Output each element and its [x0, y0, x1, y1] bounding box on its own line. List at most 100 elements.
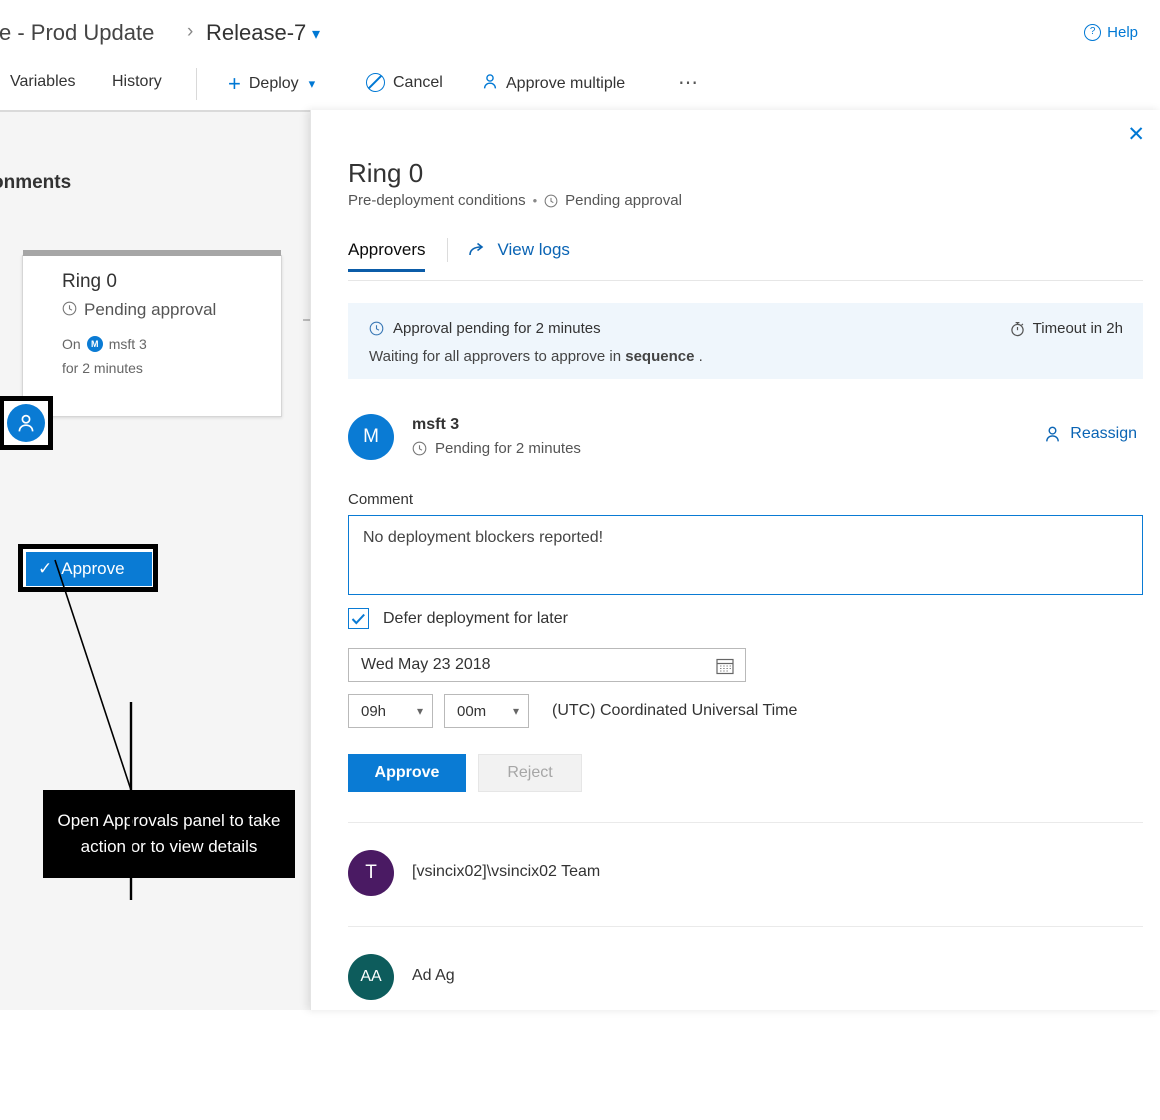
check-icon — [351, 613, 366, 625]
banner-pending-text: Approval pending for 2 minutes — [393, 320, 601, 337]
toolbar-approve-multiple-button[interactable]: Approve multiple — [482, 73, 625, 95]
environment-card-status-label: Pending approval — [84, 300, 216, 320]
banner-waiting-line: Waiting for all approvers to approve in … — [369, 348, 703, 365]
avatar: AA — [348, 954, 394, 1000]
close-icon[interactable]: ✕ — [1127, 124, 1145, 145]
breadcrumb-bar: se - Prod Update › Release-7 ▾ ? Help — [0, 0, 1160, 58]
panel-tabs: Approvers View logs — [348, 238, 570, 274]
banner-pending-line: Approval pending for 2 minutes — [369, 320, 601, 337]
environment-card-status-bar — [23, 250, 281, 256]
canvas-approve-highlight[interactable]: ✓ Approve — [18, 544, 158, 592]
avatar: M — [87, 336, 103, 352]
page-title: Ring 0 — [348, 158, 423, 189]
list-item[interactable]: AA Ad Ag — [348, 954, 1143, 1000]
group-name: Ad Ag — [412, 967, 455, 985]
check-icon: ✓ — [38, 559, 52, 579]
list-item[interactable]: T [vsincix02]\vsincix02 Team — [348, 850, 1143, 896]
defer-deployment-checkbox[interactable] — [348, 608, 369, 629]
help-label: Help — [1107, 24, 1138, 41]
chevron-down-icon[interactable]: ▾ — [312, 24, 320, 44]
toolbar-cancel-button[interactable]: Cancel — [366, 73, 443, 92]
environments-section-label: onments — [0, 172, 71, 194]
defer-minute-select[interactable]: 00m ▾ — [444, 694, 529, 728]
defer-minute-value: 00m — [457, 703, 486, 720]
tab-approvers[interactable]: Approvers — [348, 240, 443, 272]
breadcrumb-current[interactable]: Release-7 — [206, 20, 306, 46]
toolbar-deploy-button[interactable]: + Deploy ▾ — [228, 73, 315, 95]
defer-deployment-row: Defer deployment for later — [348, 608, 568, 629]
toolbar-history-label: History — [112, 73, 162, 91]
panel-subtitle-left: Pre-deployment conditions — [348, 192, 526, 209]
banner-waiting-suffix: . — [694, 348, 702, 365]
breadcrumb-root[interactable]: se - Prod Update — [0, 20, 154, 46]
approver-status: Pending for 2 minutes — [412, 440, 581, 457]
comment-input[interactable] — [348, 515, 1143, 595]
toolbar-approve-multiple-label: Approve multiple — [506, 75, 625, 93]
environment-card-on-prefix: On — [62, 336, 81, 352]
toolbar-divider — [196, 68, 197, 100]
defer-date-input[interactable]: Wed May 23 2018 — [348, 648, 746, 682]
environment-card-duration: for 2 minutes — [62, 360, 143, 376]
banner-waiting-bold: sequence — [625, 348, 694, 365]
toolbar-cancel-label: Cancel — [393, 74, 443, 92]
environment-card-on-user: msft 3 — [109, 336, 147, 352]
panel-subtitle-status: Pending approval — [565, 192, 682, 209]
clock-icon — [412, 441, 427, 456]
help-button[interactable]: ? Help — [1084, 24, 1138, 41]
reassign-button[interactable]: Reassign — [1044, 425, 1137, 443]
panel-subtitle-dot: • — [533, 193, 538, 208]
toolbar-deploy-label: Deploy — [249, 75, 299, 93]
approve-button[interactable]: Approve — [348, 754, 466, 792]
defer-timezone-label: (UTC) Coordinated Universal Time — [552, 702, 797, 720]
clock-icon — [62, 301, 77, 320]
approver-status-label: Pending for 2 minutes — [435, 440, 581, 457]
list-divider — [348, 926, 1143, 927]
breadcrumb-separator: › — [187, 21, 193, 43]
approvals-flyout-panel: ✕ Ring 0 Pre-deployment conditions • Pen… — [310, 110, 1160, 1010]
person-icon — [1044, 425, 1061, 443]
approvals-person-highlight[interactable] — [0, 396, 53, 450]
tab-divider — [447, 238, 448, 262]
canvas-approve-label: Approve — [61, 559, 124, 579]
defer-hour-value: 09h — [361, 703, 386, 720]
cancel-circle-icon — [366, 73, 385, 92]
approver-row: M msft 3 Pending for 2 minutes Reassign — [348, 414, 1143, 462]
environment-card-ring0[interactable]: Ring 0 Pending approval On M msft 3 for … — [22, 255, 282, 417]
banner-timeout-text: Timeout in 2h — [1033, 320, 1123, 337]
share-arrow-icon — [468, 242, 487, 258]
approver-name: msft 3 — [412, 416, 459, 434]
tab-view-logs[interactable]: View logs — [468, 240, 569, 272]
group-name: [vsincix02]\vsincix02 Team — [412, 863, 600, 881]
command-toolbar: Variables History + Deploy ▾ Cancel Appr… — [0, 58, 1160, 110]
defer-deployment-label: Defer deployment for later — [383, 610, 568, 628]
toolbar-more-button[interactable]: ⋯ — [678, 70, 700, 95]
person-icon — [482, 73, 498, 95]
reassign-label: Reassign — [1070, 425, 1137, 443]
toolbar-history-button[interactable]: History — [112, 73, 162, 91]
environment-card-title: Ring 0 — [62, 271, 117, 293]
banner-waiting-prefix: Waiting for all approvers to approve in — [369, 348, 625, 365]
chevron-down-icon: ▾ — [417, 704, 423, 718]
defer-hour-select[interactable]: 09h ▾ — [348, 694, 433, 728]
reject-button: Reject — [478, 754, 582, 792]
list-divider — [348, 822, 1143, 823]
app-root: se - Prod Update › Release-7 ▾ ? Help Va… — [0, 0, 1160, 1010]
panel-subtitle: Pre-deployment conditions • Pending appr… — [348, 192, 682, 209]
defer-date-value: Wed May 23 2018 — [349, 656, 491, 674]
tabs-underline — [348, 280, 1143, 281]
toolbar-variables-button[interactable]: Variables — [10, 73, 76, 91]
plus-icon: + — [228, 73, 241, 95]
environment-card-status: Pending approval — [62, 300, 216, 320]
toolbar-variables-label: Variables — [10, 73, 76, 91]
calendar-icon[interactable] — [715, 656, 735, 681]
approval-action-buttons: Approve Reject — [348, 754, 582, 792]
pipeline-canvas: onments Ring 0 Pending approval On M msf… — [0, 110, 310, 1010]
chevron-down-icon: ▾ — [309, 76, 316, 92]
clock-icon — [544, 194, 558, 208]
canvas-approve-button[interactable]: ✓ Approve — [26, 552, 152, 586]
timer-icon — [1010, 321, 1025, 337]
annotation-callout: Open Approvals panel to take action or t… — [43, 790, 295, 878]
person-icon — [7, 404, 45, 442]
avatar: M — [348, 414, 394, 460]
banner-timeout: Timeout in 2h — [1010, 320, 1123, 337]
